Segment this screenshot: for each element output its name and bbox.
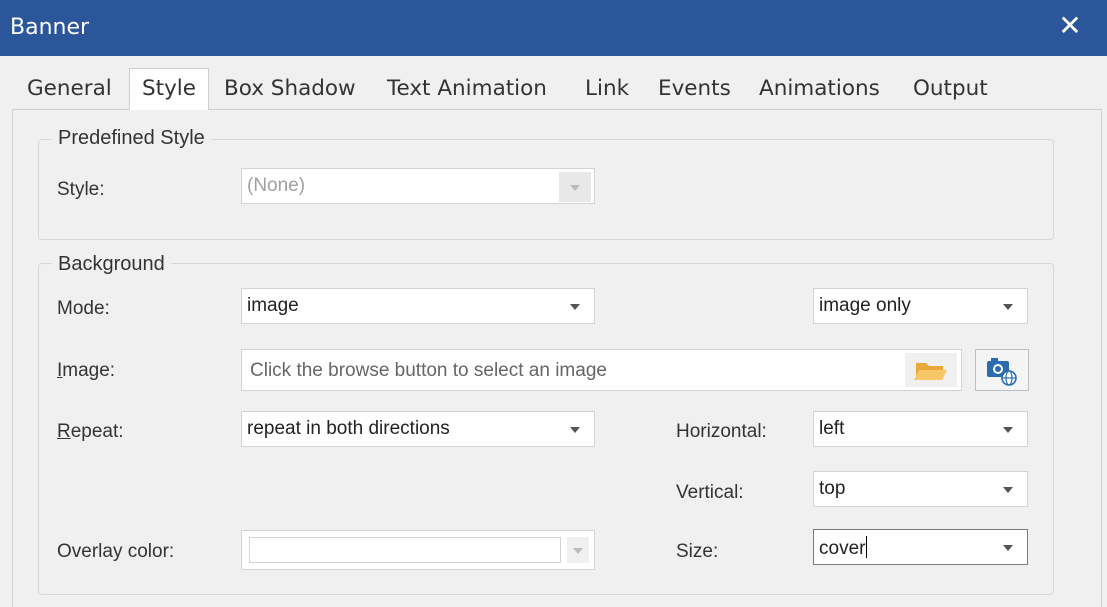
title-bar: Banner ✕ [0,0,1107,56]
vertical-label: Vertical: [676,482,744,503]
chevron-down-icon [570,304,580,310]
mode-select-value: image [247,295,299,316]
mode-option-select[interactable]: image only [813,288,1028,324]
tab-link[interactable]: Link [585,76,629,101]
camera-globe-icon [987,358,1017,386]
text-cursor [866,536,868,558]
vertical-select-value: top [819,478,846,499]
overlay-color-swatch [249,537,561,563]
predefined-style-title: Predefined Style [52,127,211,150]
tab-box-shadow[interactable]: Box Shadow [224,76,356,101]
chevron-down-icon [1003,487,1013,493]
horizontal-select-value: left [819,418,845,439]
overlay-color-picker[interactable] [241,530,595,570]
vertical-select[interactable]: top [813,471,1028,507]
overlay-color-label: Overlay color: [57,541,175,562]
size-value-text: cover [819,538,866,559]
style-select-value: (None) [247,175,306,196]
repeat-select-value: repeat in both directions [247,418,450,439]
background-title: Background [52,253,171,276]
tab-text-animation[interactable]: Text Animation [387,76,547,101]
mode-option-value: image only [819,295,911,316]
overlay-color-dropdown[interactable] [567,537,589,563]
size-select[interactable]: cover [813,529,1028,565]
image-label-rest: mage: [62,360,116,381]
style-select: (None) [241,168,595,204]
repeat-label-rest: epeat: [70,421,124,442]
chevron-down-icon [570,427,580,433]
chevron-down-icon [573,548,583,554]
mode-label: Mode: [57,298,110,319]
browse-button[interactable] [905,353,957,387]
tab-general[interactable]: General [27,76,112,101]
repeat-label-mnemonic: R [57,421,71,442]
horizontal-label: Horizontal: [676,421,767,442]
tab-style[interactable]: Style [129,68,210,110]
chevron-down-icon [1003,545,1013,551]
window-title: Banner [10,15,90,40]
style-select-dropdown [559,172,591,202]
chevron-down-icon [1003,427,1013,433]
tab-events[interactable]: Events [658,76,731,101]
image-field[interactable]: Click the browse button to select an ima… [241,349,962,391]
chevron-down-icon [1003,304,1013,310]
close-icon[interactable]: ✕ [1050,6,1090,46]
mode-select[interactable]: image [241,288,595,324]
folder-open-icon [914,363,947,380]
web-image-button[interactable] [975,349,1029,391]
repeat-label: Repeat: [57,421,124,443]
image-placeholder: Click the browse button to select an ima… [250,360,607,381]
tab-output[interactable]: Output [913,76,988,101]
chevron-down-icon [570,185,580,191]
image-label: Image: [57,360,115,382]
size-label: Size: [676,541,719,562]
horizontal-select[interactable]: left [813,411,1028,447]
repeat-select[interactable]: repeat in both directions [241,411,595,447]
tab-animations[interactable]: Animations [759,76,880,101]
style-label: Style: [57,179,105,200]
size-select-value[interactable]: cover [819,536,868,560]
